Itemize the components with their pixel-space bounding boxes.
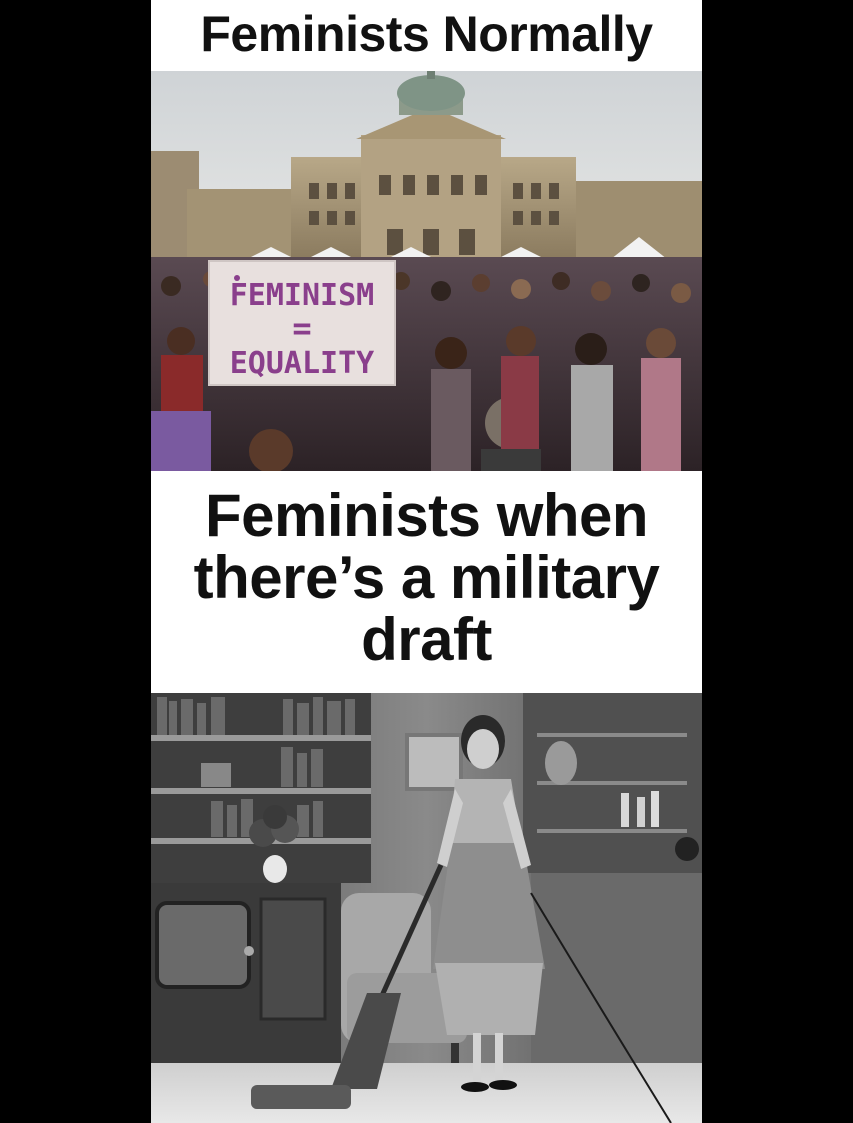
floor — [151, 1063, 702, 1123]
sign-line-feminism: FEMINISM — [230, 278, 375, 313]
middle-caption-line-1: Feminists when — [204, 482, 649, 549]
glass-cabinet — [523, 693, 702, 873]
protest-sign: FEMINISM = EQUALITY — [208, 260, 396, 386]
vintage-living-room — [151, 693, 702, 1123]
protest-photo: FEMINISM = EQUALITY — [151, 71, 702, 471]
middle-caption-line-3: draft — [361, 606, 492, 673]
sign-line-equality: EQUALITY — [230, 346, 375, 381]
heart-icon — [234, 275, 240, 281]
protest-scene: FEMINISM = EQUALITY — [151, 71, 702, 471]
sign-line-equals: = — [292, 309, 311, 347]
top-caption: Feminists Normally — [151, 0, 702, 71]
top-caption-text: Feminists Normally — [200, 6, 653, 62]
tv-console — [151, 883, 341, 1093]
bookshelf — [151, 693, 371, 883]
vintage-vacuum-photo — [151, 693, 702, 1123]
middle-caption-line-2: there’s a military — [193, 544, 660, 611]
meme-image: Feminists Normally FEMINISM = EQUALITY F… — [0, 0, 853, 1123]
wall-picture-frame — [405, 733, 463, 791]
middle-caption: Feminists when there’s a military draft — [151, 471, 702, 693]
left-wing — [187, 189, 297, 261]
